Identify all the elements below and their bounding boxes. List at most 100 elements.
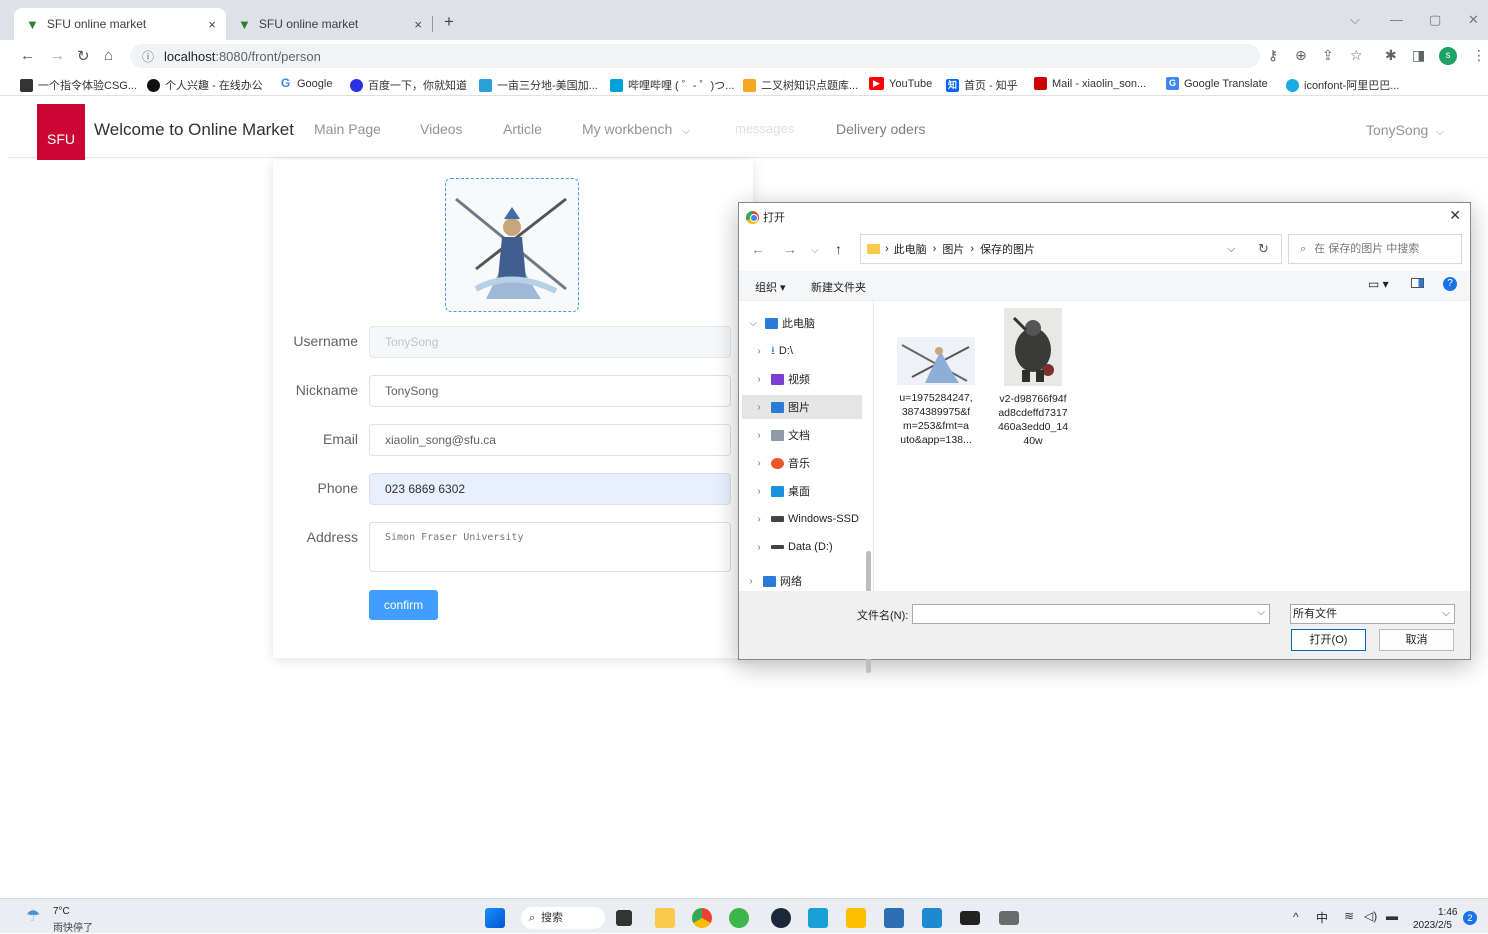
forward-icon[interactable]: → — [50, 47, 65, 64]
breadcrumb-item[interactable]: 保存的图片 — [980, 241, 1035, 257]
weather-icon[interactable]: ☂ — [26, 906, 40, 926]
weather-desc[interactable]: 雨快停了 — [53, 919, 93, 934]
close-tab-icon[interactable]: × — [414, 17, 422, 32]
extensions-icon[interactable]: ✱ — [1385, 47, 1397, 64]
wifi-icon[interactable]: ≋ — [1344, 909, 1354, 923]
new-tab-button[interactable]: + — [444, 12, 454, 32]
tree-item-pictures[interactable]: › 图片 — [742, 395, 862, 419]
email-input[interactable]: xiaolin_song@sfu.ca — [369, 424, 731, 456]
bookmark-item[interactable]: G Google — [279, 77, 333, 90]
preview-pane-icon[interactable] — [1411, 278, 1424, 288]
breadcrumb-item[interactable]: 此电脑 — [894, 241, 927, 257]
battery-icon[interactable]: ▬ — [1386, 909, 1398, 923]
tree-item-windows-ssd[interactable]: › Windows-SSD — [753, 507, 873, 531]
close-tab-icon[interactable]: × — [208, 17, 216, 32]
url-input[interactable]: ⓘ localhost:8080/front/person — [130, 44, 1260, 68]
new-folder-button[interactable]: 新建文件夹 — [811, 279, 866, 295]
site-info-icon[interactable]: ⓘ — [142, 48, 154, 65]
bookmark-item[interactable]: Mail - xiaolin_son... — [1034, 77, 1146, 90]
wechat-icon[interactable] — [729, 908, 749, 928]
vscode-icon[interactable] — [922, 908, 942, 928]
key-icon[interactable]: ⚷ — [1268, 47, 1278, 64]
file-item[interactable]: v2-d98766f94f ad8cdeffd7317 460a3edd0_14… — [993, 308, 1073, 448]
task-view-icon[interactable] — [616, 910, 632, 926]
breadcrumb-item[interactable]: 图片 — [942, 241, 964, 257]
username-input[interactable]: TonySong — [369, 326, 731, 358]
browser-tab-active[interactable]: ▼ SFU online market × — [14, 8, 226, 40]
phone-input[interactable]: 023 6869 6302 — [369, 473, 731, 505]
organize-button[interactable]: 组织 ▾ — [755, 279, 786, 295]
nav-delivery-orders[interactable]: Delivery oders — [836, 121, 925, 137]
windows-start-icon[interactable] — [485, 908, 505, 928]
reload-icon[interactable]: ↻ — [77, 47, 90, 65]
tree-item-desktop[interactable]: › 桌面 — [753, 479, 873, 503]
app-icon[interactable] — [999, 911, 1019, 925]
file-explorer-icon[interactable] — [655, 908, 675, 928]
profile-avatar[interactable]: s — [1439, 47, 1457, 65]
tree-item-this-pc[interactable]: ⌵ 此电脑 — [747, 311, 867, 335]
recent-locations-icon[interactable]: ⌵ — [811, 245, 819, 256]
tree-item-d[interactable]: › ⭳ D:\ — [753, 339, 873, 363]
home-icon[interactable]: ⌂ — [104, 47, 113, 64]
clock-time[interactable]: 1:46 — [1438, 907, 1457, 918]
nav-article[interactable]: Article — [503, 121, 542, 137]
bookmark-item[interactable]: 一个指令体验CSG... — [20, 77, 137, 93]
chevron-down-icon[interactable]: ⌵ — [1257, 607, 1265, 618]
ime-indicator[interactable]: 中 — [1316, 909, 1328, 926]
window-close-icon[interactable]: ✕ — [1468, 12, 1479, 28]
bookmark-item[interactable]: 二叉树知识点题库... — [743, 77, 858, 93]
bookmark-item[interactable]: 知首页 - 知乎 — [946, 77, 1018, 93]
nav-videos[interactable]: Videos — [420, 121, 463, 137]
chevron-down-icon[interactable]: ⌵ — [1227, 243, 1235, 256]
bookmark-item[interactable]: 百度一下，你就知道 — [350, 77, 467, 93]
tree-item-data-d[interactable]: › Data (D:) — [753, 535, 873, 559]
user-menu[interactable]: TonySong ⌵ — [1366, 122, 1444, 138]
zoom-icon[interactable]: ⊕ — [1295, 47, 1307, 64]
tray-overflow-icon[interactable]: ^ — [1293, 910, 1299, 924]
tree-item-videos[interactable]: › 视频 — [753, 367, 873, 391]
minimize-icon[interactable]: — — [1390, 12, 1403, 27]
bookmark-item[interactable]: ▶ YouTube — [869, 77, 932, 90]
share-icon[interactable]: ⇪ — [1322, 47, 1334, 64]
nav-main-page[interactable]: Main Page — [314, 121, 381, 137]
filename-input[interactable]: ⌵ — [912, 604, 1270, 624]
menu-dots-icon[interactable]: ⋮ — [1472, 47, 1486, 64]
app-icon[interactable] — [884, 908, 904, 928]
filetype-select[interactable]: 所有文件 ⌵ — [1290, 604, 1455, 624]
restore-icon[interactable]: ▢ — [1429, 12, 1441, 28]
up-icon[interactable]: ↑ — [835, 241, 842, 257]
bookmark-item[interactable]: 一亩三分地-美国加... — [479, 77, 598, 93]
bookmark-star-icon[interactable]: ☆ — [1350, 47, 1363, 64]
nav-my-workbench[interactable]: My workbench ⌵ — [582, 121, 690, 137]
qq-icon[interactable] — [846, 908, 866, 928]
notification-badge[interactable]: 2 — [1463, 911, 1477, 925]
refresh-icon[interactable]: ↻ — [1258, 241, 1269, 257]
tree-item-documents[interactable]: › 文档 — [753, 423, 873, 447]
path-breadcrumb[interactable]: › 此电脑 › 图片 › 保存的图片 ⌵ ↻ — [860, 234, 1282, 264]
forward-icon[interactable]: → — [783, 241, 797, 257]
steam-icon[interactable] — [771, 908, 791, 928]
nickname-input[interactable]: TonySong — [369, 375, 731, 407]
weather-temp[interactable]: 7°C — [53, 906, 70, 917]
dialog-search-input[interactable]: ⌕ 在 保存的图片 中搜索 — [1288, 234, 1462, 264]
browser-tab[interactable]: ▼ SFU online market × — [226, 8, 432, 40]
address-textarea[interactable]: Simon Fraser University — [369, 522, 731, 572]
terminal-icon[interactable] — [960, 911, 980, 925]
tree-item-music[interactable]: › 音乐 — [753, 451, 873, 475]
bookmark-item[interactable]: iconfont-阿里巴巴... — [1286, 77, 1399, 93]
app-icon[interactable] — [808, 908, 828, 928]
chrome-taskbar-icon[interactable] — [692, 908, 712, 928]
file-item[interactable]: u=1975284247, 3874389975&f m=253&fmt=a u… — [895, 337, 977, 447]
view-options-icon[interactable]: ▭ ▾ — [1368, 277, 1389, 291]
open-button[interactable]: 打开(O) — [1291, 629, 1366, 651]
tree-item-network[interactable]: › 网络 — [745, 569, 865, 593]
back-icon[interactable]: ← — [20, 47, 35, 64]
cancel-button[interactable]: 取消 — [1379, 629, 1454, 651]
back-icon[interactable]: ← — [751, 241, 765, 257]
sidepanel-icon[interactable]: ◨ — [1412, 47, 1425, 64]
confirm-button[interactable]: confirm — [369, 590, 438, 620]
volume-icon[interactable]: ◁) — [1364, 909, 1377, 923]
taskbar-search[interactable]: ⌕ 搜索 — [521, 907, 605, 929]
bookmark-item[interactable]: G Google Translate — [1166, 77, 1268, 90]
bookmark-item[interactable]: 哔哩哔哩 ( ゜- ゜)つ... — [610, 77, 734, 93]
